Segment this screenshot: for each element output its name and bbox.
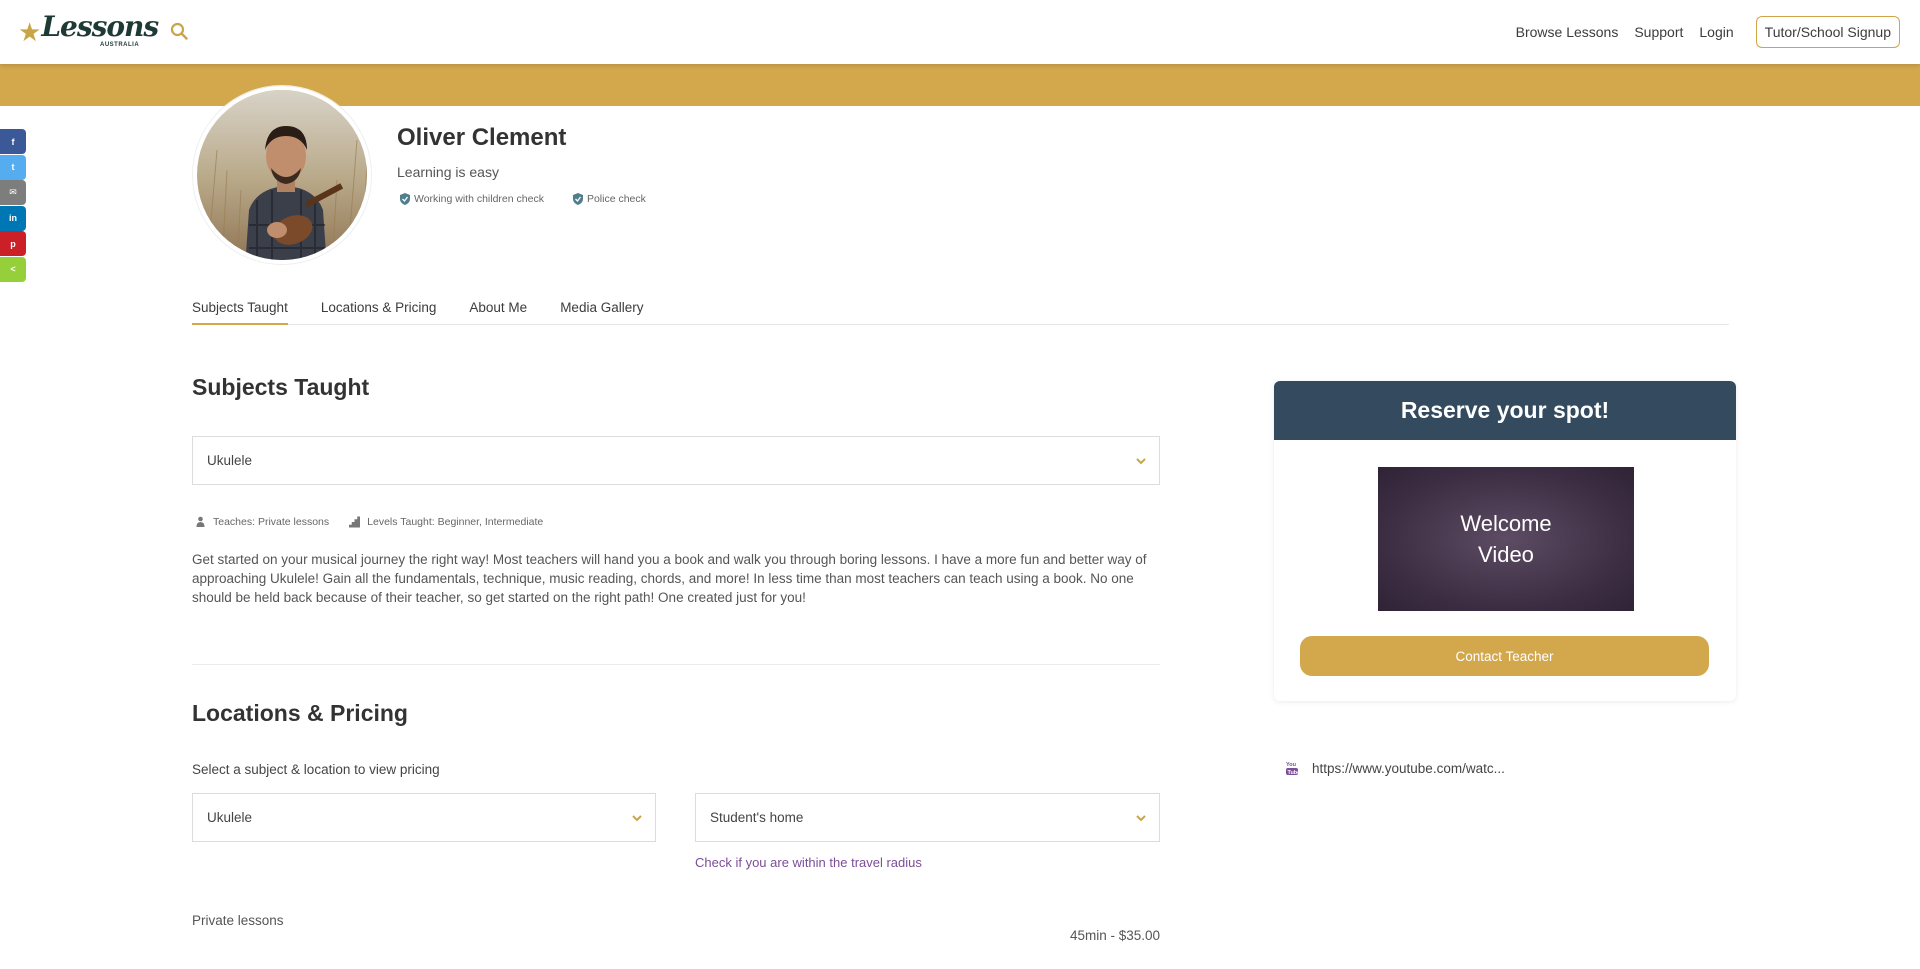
search-icon[interactable] [170,22,188,40]
share-icon[interactable]: < [0,256,26,282]
lesson-price: 45min - $35.00 [1069,928,1160,943]
travel-radius-link[interactable]: Check if you are within the travel radiu… [695,855,922,870]
teaches-info: Teaches: Private lessons [195,516,329,528]
subjects-heading: Subjects Taught [192,374,370,400]
subject-select[interactable]: Ukulele [192,436,1160,485]
youtube-url[interactable]: https://www.youtube.com/watc... [1312,761,1505,776]
tab-subjects-taught[interactable]: Subjects Taught [192,290,288,325]
levels-label: Levels Taught: Beginner, Intermediate [367,516,544,528]
chevron-down-icon [632,815,642,822]
pricing-subject-select[interactable]: Ukulele [192,793,656,842]
video-title: Welcome Video [1460,508,1551,570]
youtube-link-row[interactable]: You Tube https://www.youtube.com/watc... [1286,760,1505,776]
reserve-card: Reserve your spot! Welcome Video Contact… [1274,381,1736,701]
site-logo[interactable]: ★ Lessons AUSTRALIA [18,10,159,49]
svg-text:Tube: Tube [1288,770,1299,776]
logo-text: Lessons [41,10,159,43]
avatar [193,86,371,264]
welcome-video[interactable]: Welcome Video [1378,467,1634,611]
shield-check-icon [400,193,410,205]
pinterest-share-icon[interactable]: p [0,231,26,256]
tutor-signup-button[interactable]: Tutor/School Signup [1755,16,1900,48]
section-divider [192,664,1160,665]
star-icon: ★ [18,17,42,47]
levels-info: Levels Taught: Beginner, Intermediate [349,516,543,528]
top-header: ★ Lessons AUSTRALIA Browse Lessons Suppo… [0,0,1920,64]
nav-browse-lessons[interactable]: Browse Lessons [1516,24,1619,40]
chevron-down-icon [1136,458,1146,465]
stairs-icon [349,516,361,528]
main-nav: Browse Lessons Support Login Tutor/Schoo… [1516,0,1920,64]
teaches-label: Teaches: Private lessons [213,516,330,528]
video-title-line2: Video [1478,542,1534,567]
reserve-title: Reserve your spot! [1274,381,1736,440]
svg-text:You: You [1286,762,1296,768]
shield-check-icon [572,193,583,205]
tab-about-me[interactable]: About Me [469,290,527,325]
people-icon [196,516,205,527]
background-checks: Working with children check Police check [399,192,674,206]
tab-media-gallery[interactable]: Media Gallery [560,290,643,325]
pricing-heading: Locations & Pricing [192,700,408,726]
pricing-prompt: Select a subject & location to view pric… [192,762,440,777]
lesson-type: Private lessons [192,913,284,928]
social-share-bar: f t ✉ in p < [0,129,26,282]
youtube-icon: You Tube [1286,762,1299,776]
tab-locations-pricing[interactable]: Locations & Pricing [321,290,437,325]
video-title-line1: Welcome [1460,511,1552,536]
facebook-share-icon[interactable]: f [0,129,26,154]
check-police: Police check [572,192,646,206]
twitter-share-icon[interactable]: t [0,154,26,180]
subject-meta: Teaches: Private lessons Levels Taught: … [195,516,563,528]
pricing-location-select[interactable]: Student's home [695,793,1160,842]
check-wwcc-label: Working with children check [414,193,544,205]
email-share-icon[interactable]: ✉ [0,180,26,205]
linkedin-share-icon[interactable]: in [0,205,26,231]
profile-tabs: Subjects Taught Locations & Pricing Abou… [192,290,1729,325]
contact-teacher-button[interactable]: Contact Teacher [1300,636,1709,676]
check-wwcc: Working with children check [399,192,544,206]
logo-subtext: AUSTRALIA [100,42,140,48]
pricing-subject-value: Ukulele [207,810,253,825]
chevron-down-icon [1136,815,1146,822]
nav-login[interactable]: Login [1699,24,1733,40]
check-police-label: Police check [586,193,646,205]
subject-select-value: Ukulele [207,453,253,468]
nav-support[interactable]: Support [1634,24,1683,40]
subject-description: Get started on your musical journey the … [192,552,1147,605]
teacher-name: Oliver Clement [397,124,567,151]
pricing-location-value: Student's home [710,810,804,825]
teacher-tagline: Learning is easy [397,164,499,180]
